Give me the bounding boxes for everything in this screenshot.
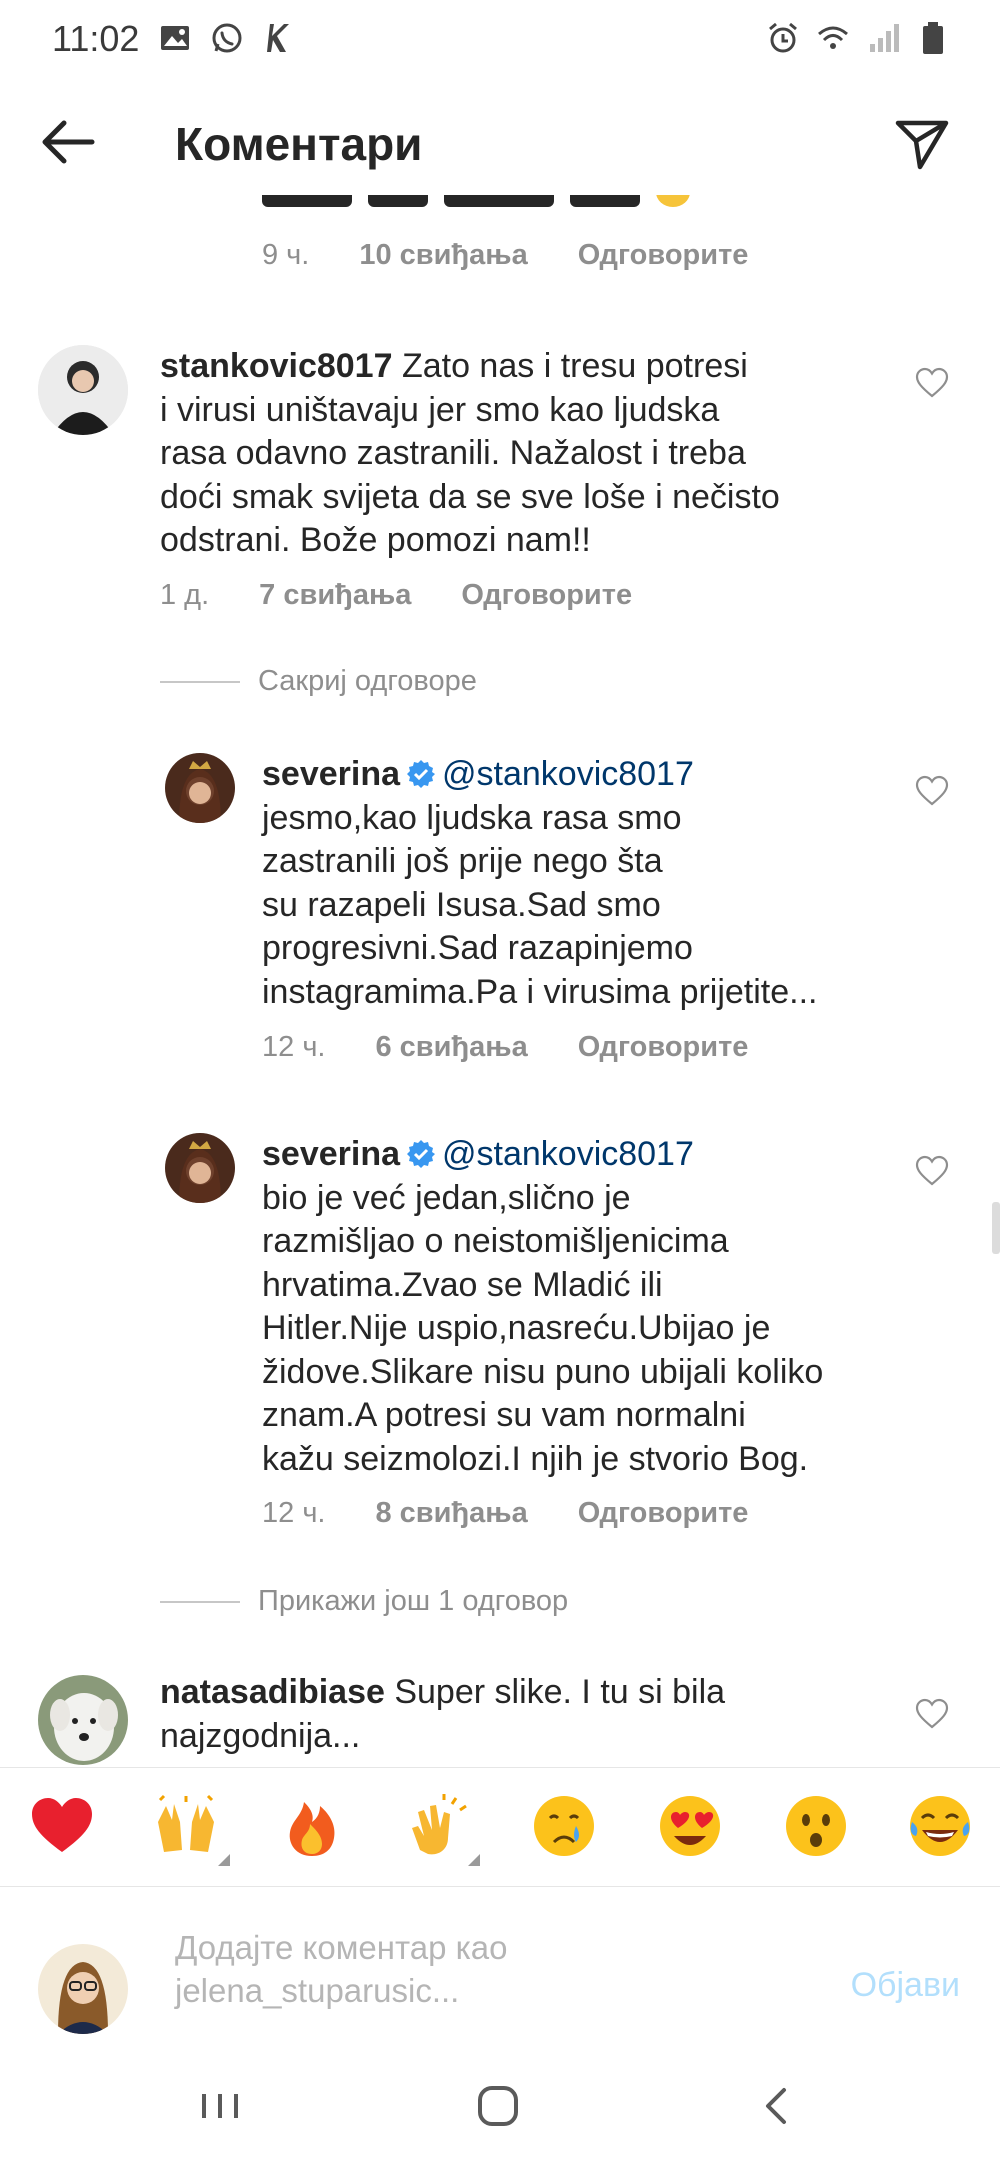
avatar[interactable] [165, 1133, 235, 1203]
likes-link[interactable]: 6 свиђања [375, 1031, 527, 1064]
surprised-face-emoji-icon[interactable] [782, 1792, 850, 1860]
avatar[interactable] [38, 1675, 128, 1765]
tears-of-joy-emoji-icon[interactable] [906, 1792, 974, 1860]
comment-body: stankovic8017 Zato nas i tresu potresi i… [160, 347, 780, 559]
system-navigation-bar [0, 2046, 1000, 2167]
verified-badge-icon [407, 760, 435, 788]
comments-list[interactable]: 9 ч. 10 свиђања Одговорите stankovic8017… [0, 195, 1000, 1767]
comment-meta: 1 д. 7 свиђања Одговорите [160, 579, 633, 612]
app-k-icon [267, 24, 289, 52]
comment-body: natasadibiase Super slike. I tu si bila … [160, 1673, 726, 1755]
alarm-icon [769, 22, 797, 53]
like-heart-icon[interactable] [915, 775, 949, 807]
like-heart-icon[interactable] [915, 367, 949, 399]
gallery-icon [161, 26, 189, 50]
status-bar: 11:02 [0, 0, 1000, 80]
signal-icon [870, 24, 899, 52]
comment-username[interactable]: stankovic8017 [160, 347, 393, 385]
mention-link[interactable]: @stankovic8017 [442, 1135, 694, 1173]
avatar[interactable] [165, 753, 235, 823]
user-photo-icon [165, 753, 235, 823]
comment-meta: 12 ч. 8 свиђања Одговорите [262, 1497, 749, 1530]
user-photo-icon [38, 1944, 128, 2034]
recent-apps-icon[interactable] [190, 2076, 250, 2136]
comment-username[interactable]: natasadibiase [160, 1673, 385, 1711]
comment-username[interactable]: severina [262, 1135, 400, 1173]
comment-input[interactable]: Додајте коментар као jelena_stuparusic..… [175, 1926, 775, 2012]
comment-composer: Додајте коментар као jelena_stuparusic..… [0, 1886, 1000, 2046]
comment-username[interactable]: severina [262, 755, 400, 793]
avatar[interactable] [38, 345, 128, 435]
hide-replies-row[interactable]: Сакриј одговоре [160, 665, 477, 698]
crying-face-emoji-icon[interactable] [530, 1792, 598, 1860]
battery-icon [923, 22, 943, 54]
home-icon[interactable] [468, 2076, 528, 2136]
likes-link[interactable]: 7 свиђања [259, 579, 411, 612]
likes-link[interactable]: 10 свиђања [359, 239, 527, 272]
heart-emoji-icon[interactable] [28, 1792, 96, 1860]
post-button[interactable]: Објави [851, 1966, 960, 2005]
likes-link[interactable]: 8 свиђања [375, 1497, 527, 1530]
header: Коментари [0, 95, 1000, 195]
hide-replies-button[interactable]: Сакриј одговоре [258, 665, 477, 698]
show-more-replies-button[interactable]: Прикажи још 1 одговор [258, 1585, 568, 1618]
current-user-avatar [38, 1944, 128, 2034]
back-arrow-icon[interactable] [38, 117, 98, 167]
scrollbar[interactable] [992, 1202, 1000, 1254]
raising-hands-emoji-icon[interactable] [152, 1792, 220, 1860]
quick-emoji-bar [0, 1767, 1000, 1887]
clapping-hands-emoji-icon[interactable] [404, 1792, 472, 1860]
reply-body: severina @stankovic8017 bio je već jedan,… [262, 1135, 824, 1478]
like-heart-icon[interactable] [915, 1698, 949, 1730]
whatsapp-icon [212, 23, 242, 53]
user-photo-icon [165, 1133, 235, 1203]
reply-button[interactable]: Одговорите [578, 1497, 749, 1530]
cut-off-comment-text [262, 195, 702, 219]
skin-tone-indicator[interactable] [468, 1854, 480, 1866]
user-photo-icon [38, 345, 128, 435]
status-time: 11:02 [52, 18, 140, 59]
reply-button[interactable]: Одговорите [578, 1031, 749, 1064]
reply-button[interactable]: Одговорите [578, 239, 749, 272]
nav-back-icon[interactable] [748, 2076, 808, 2136]
heart-eyes-emoji-icon[interactable] [656, 1792, 724, 1860]
dog-photo-icon [38, 1675, 128, 1765]
fire-emoji-icon[interactable] [278, 1792, 346, 1860]
page-title: Коментари [175, 118, 423, 170]
mention-link[interactable]: @stankovic8017 [442, 755, 694, 793]
like-heart-icon[interactable] [915, 1155, 949, 1187]
reply-button[interactable]: Одговорите [461, 579, 632, 612]
verified-badge-icon [407, 1140, 435, 1168]
comment-meta: 12 ч. 6 свиђања Одговорите [262, 1031, 749, 1064]
skin-tone-indicator[interactable] [218, 1854, 230, 1866]
wifi-icon [818, 26, 848, 49]
reply-body: severina @stankovic8017 jesmo,kao ljudska… [262, 755, 818, 1011]
comment-time: 9 ч. [262, 239, 310, 271]
comment-meta: 9 ч. 10 свиђања Одговорите [262, 239, 798, 272]
show-more-replies-row[interactable]: Прикажи још 1 одговор [160, 1585, 568, 1618]
send-direct-icon[interactable] [892, 113, 952, 173]
